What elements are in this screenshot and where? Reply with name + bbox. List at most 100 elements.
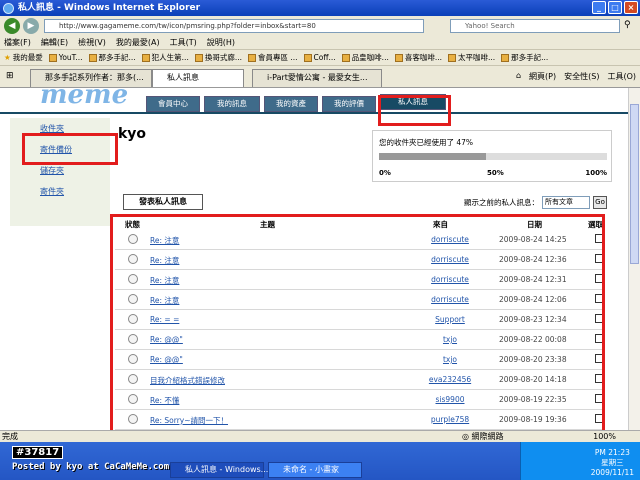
message-date: 2009-08-19 22:35 <box>499 395 567 404</box>
table-row[interactable]: Re: Sorry~請問一下！ purple758 2009-08-19 19:36 <box>115 410 605 430</box>
message-from[interactable]: dorriscute <box>420 275 480 284</box>
select-checkbox[interactable] <box>595 254 603 263</box>
favorites-item[interactable]: 會員專區 ... <box>247 50 298 65</box>
select-checkbox[interactable] <box>595 234 603 243</box>
table-row[interactable]: Re: 不懂 sis9900 2009-08-19 22:35 <box>115 390 605 410</box>
message-from[interactable]: dorriscute <box>420 255 480 264</box>
message-subject[interactable]: Re: Sorry~請問一下！ <box>150 415 228 426</box>
send-message-button[interactable]: 發表私人訊息 <box>123 194 203 210</box>
page-icon <box>194 53 203 62</box>
page-icon <box>48 53 57 62</box>
message-from[interactable]: Support <box>420 315 480 324</box>
folder-sent-backup[interactable]: 寄件備份 <box>10 139 110 160</box>
folder-inbox[interactable]: 收件夾 <box>10 118 110 139</box>
message-status-icon <box>128 354 138 364</box>
column-select: 選取 <box>588 220 603 229</box>
minimize-button[interactable]: _ <box>592 1 606 14</box>
table-row[interactable]: Re: @@" txjo 2009-08-20 23:38 <box>115 350 605 370</box>
nav-private-messages[interactable]: 私人訊息 <box>380 94 446 110</box>
select-checkbox[interactable] <box>595 394 603 403</box>
column-status: 狀態 <box>125 220 140 229</box>
favorites-item[interactable]: 犯人生第... <box>141 50 189 65</box>
page-scrollbar[interactable] <box>628 88 640 430</box>
page-icon <box>247 53 256 62</box>
username: kyo <box>118 126 147 142</box>
message-from[interactable]: eva232456 <box>420 375 480 384</box>
page-icon <box>501 53 510 62</box>
table-row[interactable]: Re: 注意 dorriscute 2009-08-24 12:36 <box>115 250 605 270</box>
safety-menu[interactable]: 安全性(S) <box>564 71 599 82</box>
go-button[interactable]: Go <box>593 196 607 209</box>
select-checkbox[interactable] <box>595 334 603 343</box>
message-from[interactable]: txjo <box>420 335 480 344</box>
status-text: 完成 <box>2 432 18 441</box>
select-checkbox[interactable] <box>595 294 603 303</box>
nav-member-center[interactable]: 會員中心 <box>146 96 200 112</box>
tab-nado[interactable]: 那多手記系列作者：那多(... <box>30 69 152 87</box>
select-checkbox[interactable] <box>595 414 603 423</box>
back-button[interactable]: ◀ <box>4 18 20 34</box>
menu-edit[interactable]: 編輯(E) <box>41 36 68 49</box>
favorites-item[interactable]: 喜客咖啡... <box>394 50 442 65</box>
message-subject[interactable]: Re: 注意 <box>150 235 179 246</box>
favorites-item[interactable]: 品皇咖啡... <box>341 50 389 65</box>
tab-private-messages[interactable]: 私人訊息 <box>152 69 244 87</box>
scrollbar-thumb[interactable] <box>630 104 639 264</box>
address-input[interactable]: http://www.gagameme.com/tw/icon/pmsring.… <box>44 19 424 33</box>
menu-view[interactable]: 檢視(V) <box>78 36 106 49</box>
maximize-button[interactable]: □ <box>608 1 622 14</box>
select-checkbox[interactable] <box>595 374 603 383</box>
search-input[interactable]: Yahoo! Search <box>450 19 620 33</box>
nav-my-messages[interactable]: 我的訊息 <box>204 96 260 112</box>
table-row[interactable]: 目我介紹格式錯誤修改 eva232456 2009-08-20 14:18 <box>115 370 605 390</box>
message-subject[interactable]: Re: 注意 <box>150 295 179 306</box>
message-subject[interactable]: Re: 注意 <box>150 255 179 266</box>
message-subject[interactable]: Re: 不懂 <box>150 395 179 406</box>
favorites-item[interactable]: Coff... <box>303 50 336 65</box>
favorites-item[interactable]: 換哥式廊... <box>194 50 242 65</box>
menu-tools[interactable]: 工具(T) <box>170 36 197 49</box>
task-ie[interactable]: 私人訊息 - Windows... <box>170 462 268 478</box>
favorites-item[interactable]: 太平咖啡... <box>448 50 495 65</box>
menu-file[interactable]: 檔案(F) <box>4 36 31 49</box>
message-subject[interactable]: Re: = = <box>150 315 179 324</box>
clock-date: 2009/11/11 <box>590 468 634 477</box>
folder-outbox[interactable]: 寄件夾 <box>10 181 110 202</box>
quick-tabs-icon[interactable]: ⊞ <box>6 71 14 81</box>
task-paint[interactable]: 未命名 - 小畫家 <box>268 462 362 478</box>
menu-favorites[interactable]: 我的最愛(A) <box>116 36 160 49</box>
home-icon[interactable]: ⌂ <box>516 71 521 82</box>
nav-my-ratings[interactable]: 我的評價 <box>322 96 376 112</box>
message-from[interactable]: txjo <box>420 355 480 364</box>
table-row[interactable]: Re: 注意 dorriscute 2009-08-24 12:06 <box>115 290 605 310</box>
select-checkbox[interactable] <box>595 354 603 363</box>
table-row[interactable]: Re: 注意 dorriscute 2009-08-24 12:31 <box>115 270 605 290</box>
message-from[interactable]: purple758 <box>420 415 480 424</box>
close-button[interactable]: × <box>624 1 638 14</box>
message-subject[interactable]: Re: @@" <box>150 355 183 364</box>
message-subject[interactable]: 目我介紹格式錯誤修改 <box>150 375 225 386</box>
tools-menu[interactable]: 工具(O) <box>607 71 636 82</box>
message-subject[interactable]: Re: @@" <box>150 335 183 344</box>
favorites-item[interactable]: 那多手記... <box>88 50 136 65</box>
nav-my-assets[interactable]: 我的資產 <box>264 96 318 112</box>
select-checkbox[interactable] <box>595 314 603 323</box>
menu-help[interactable]: 說明(H) <box>207 36 235 49</box>
folder-saved[interactable]: 儲存夾 <box>10 160 110 181</box>
favorites-item[interactable]: YouT... <box>48 50 83 65</box>
page-menu[interactable]: 網頁(P) <box>529 71 556 82</box>
table-row[interactable]: Re: 注意 dorriscute 2009-08-24 14:25 <box>115 230 605 250</box>
tab-ipart[interactable]: i-Part愛情公寓 - 最愛女生... <box>252 69 382 87</box>
message-subject[interactable]: Re: 注意 <box>150 275 179 286</box>
filter-select[interactable]: 所有文章 <box>542 196 590 209</box>
message-from[interactable]: dorriscute <box>420 295 480 304</box>
forward-button[interactable]: ▶ <box>23 18 39 34</box>
message-from[interactable]: dorriscute <box>420 235 480 244</box>
select-checkbox[interactable] <box>595 274 603 283</box>
search-icon[interactable]: ⚲ <box>624 20 631 30</box>
message-from[interactable]: sis9900 <box>420 395 480 404</box>
favorites-item[interactable]: ★ 我的最愛 <box>4 50 43 65</box>
favorites-item[interactable]: 那多手記... <box>501 50 548 65</box>
table-row[interactable]: Re: = = Support 2009-08-23 12:34 <box>115 310 605 330</box>
table-row[interactable]: Re: @@" txjo 2009-08-22 00:08 <box>115 330 605 350</box>
